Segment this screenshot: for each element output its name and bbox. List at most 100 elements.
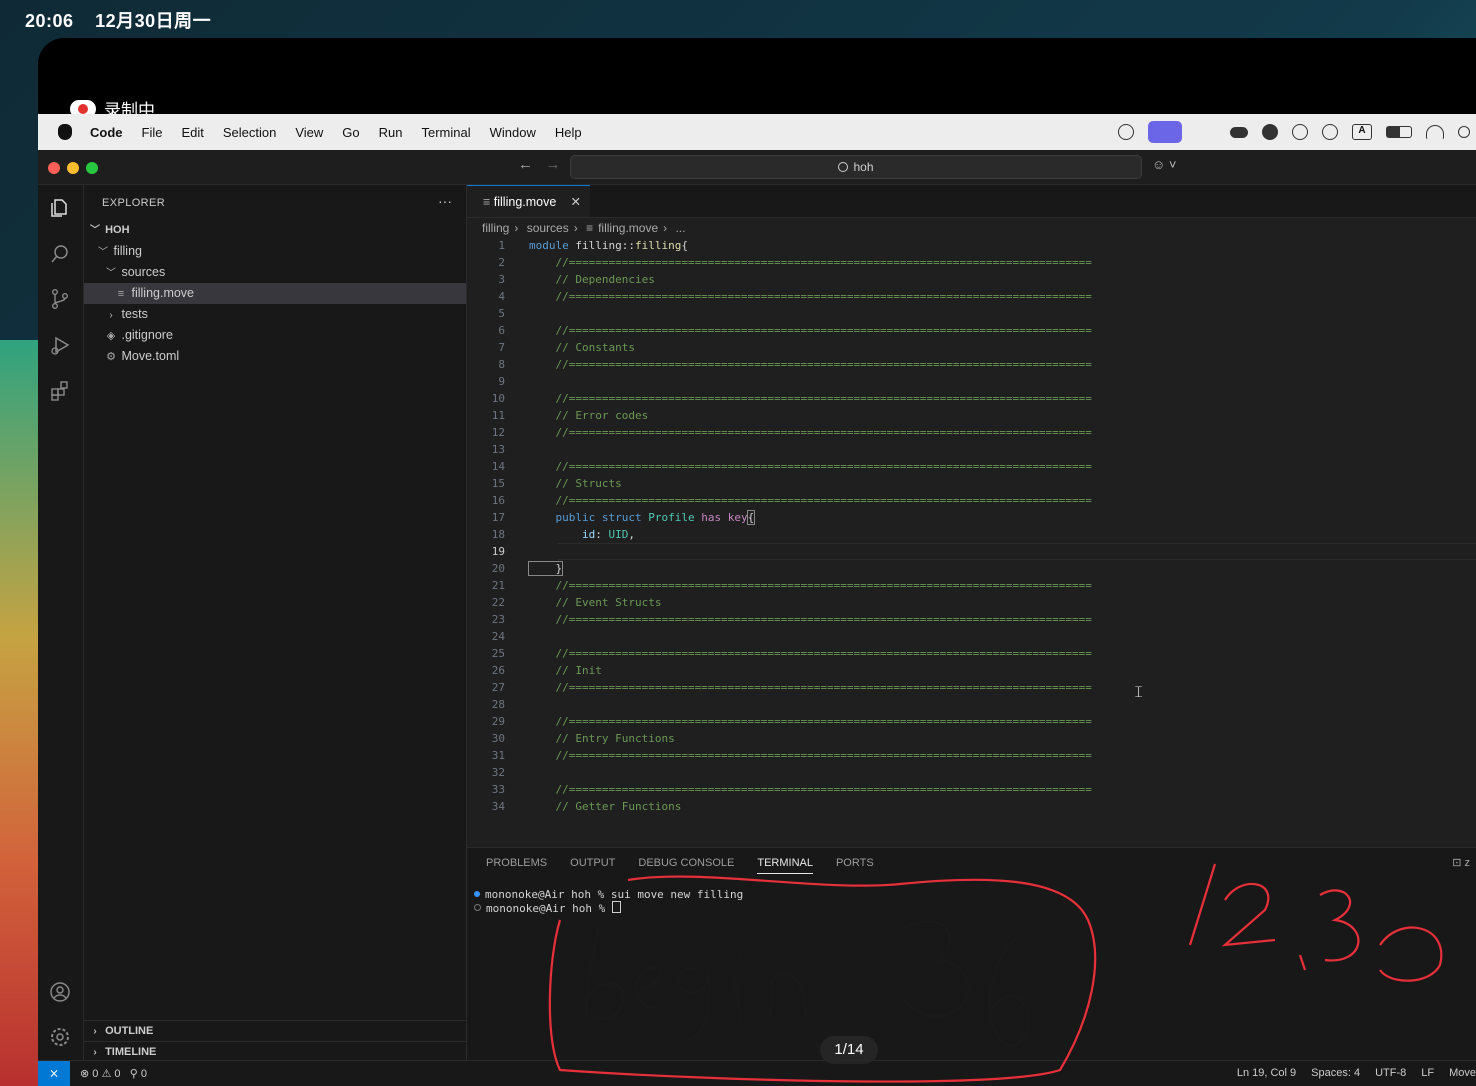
tab-output[interactable]: OUTPUT — [570, 857, 615, 874]
search-icon[interactable] — [49, 243, 71, 265]
tab-debug-console[interactable]: DEBUG CONSOLE — [638, 857, 734, 874]
remote-indicator-icon[interactable]: ⨯ — [38, 1061, 70, 1086]
code-line[interactable]: 10 //===================================… — [467, 390, 1476, 407]
menu-run[interactable]: Run — [379, 125, 403, 140]
airdrop-icon[interactable] — [1292, 124, 1308, 140]
indentation[interactable]: Spaces: 4 — [1311, 1067, 1360, 1079]
wifi-icon[interactable] — [1426, 125, 1444, 139]
code-line[interactable]: 5 — [467, 305, 1476, 322]
breadcrumb-item[interactable]: sources — [527, 221, 569, 235]
code-line[interactable]: 28 — [467, 696, 1476, 713]
code-line[interactable]: 34 // Getter Functions — [467, 798, 1476, 815]
code-line[interactable]: 12 //===================================… — [467, 424, 1476, 441]
menu-terminal[interactable]: Terminal — [422, 125, 471, 140]
code-line[interactable]: 20 } — [467, 560, 1476, 577]
tab-terminal[interactable]: TERMINAL — [757, 857, 813, 874]
code-line[interactable]: 30 // Entry Functions — [467, 730, 1476, 747]
code-line[interactable]: 9 — [467, 373, 1476, 390]
code-line[interactable]: 11 // Error codes — [467, 407, 1476, 424]
search-icon[interactable] — [1458, 126, 1470, 138]
language-mode[interactable]: Move — [1449, 1067, 1476, 1079]
menu-help[interactable]: Help — [555, 125, 582, 140]
code-line[interactable]: 29 //===================================… — [467, 713, 1476, 730]
menu-app-name[interactable]: Code — [90, 125, 123, 140]
extensions-icon[interactable] — [49, 380, 71, 402]
code-line[interactable]: 31 //===================================… — [467, 747, 1476, 764]
user-icon[interactable] — [1322, 124, 1338, 140]
cursor-position[interactable]: Ln 19, Col 9 — [1237, 1067, 1296, 1079]
code-line[interactable]: 7 // Constants — [467, 339, 1476, 356]
breadcrumb-item[interactable]: filling.move — [598, 221, 658, 235]
code-line[interactable]: 25 //===================================… — [467, 645, 1476, 662]
menu-edit[interactable]: Edit — [181, 125, 203, 140]
code-line[interactable]: 2 //====================================… — [467, 254, 1476, 271]
code-line[interactable]: 13 — [467, 441, 1476, 458]
code-line[interactable]: 21 //===================================… — [467, 577, 1476, 594]
more-actions-icon[interactable]: ··· — [438, 193, 452, 209]
terminal-shell-icon[interactable]: ⊡ z — [1452, 856, 1470, 869]
close-window-button[interactable] — [48, 162, 60, 174]
tree-item-tests[interactable]: › tests — [84, 304, 466, 325]
end-of-line[interactable]: LF — [1421, 1067, 1434, 1079]
timeline-section[interactable]: › TIMELINE — [84, 1041, 466, 1062]
code-line[interactable]: 33 //===================================… — [467, 781, 1476, 798]
tree-item-filling-move[interactable]: ≡ filling.move — [84, 283, 466, 304]
code-line[interactable]: 32 — [467, 764, 1476, 781]
code-line[interactable]: 26 // Init — [467, 662, 1476, 679]
code-line[interactable]: 16 //===================================… — [467, 492, 1476, 509]
code-line[interactable]: 14 //===================================… — [467, 458, 1476, 475]
code-line[interactable]: 23 //===================================… — [467, 611, 1476, 628]
encoding[interactable]: UTF-8 — [1375, 1067, 1406, 1079]
zoom-window-button[interactable] — [86, 162, 98, 174]
menu-go[interactable]: Go — [342, 125, 359, 140]
accounts-icon[interactable] — [49, 981, 71, 1003]
code-line[interactable]: 6 //====================================… — [467, 322, 1476, 339]
code-line[interactable]: 8 //====================================… — [467, 356, 1476, 373]
code-line[interactable]: 27 //===================================… — [467, 679, 1476, 696]
wechat-icon[interactable] — [1262, 124, 1278, 140]
run-debug-icon[interactable] — [49, 334, 71, 356]
screen-share-icon[interactable] — [1148, 121, 1182, 143]
code-line[interactable]: 1 module filling::filling{ — [467, 237, 1476, 254]
cloud-icon[interactable] — [1230, 126, 1248, 138]
code-line[interactable]: 3 // Dependencies — [467, 271, 1476, 288]
menu-window[interactable]: Window — [490, 125, 536, 140]
battery-icon[interactable] — [1386, 126, 1412, 138]
menu-view[interactable]: View — [295, 125, 323, 140]
breadcrumb-item[interactable]: filling — [482, 221, 509, 235]
tab-problems[interactable]: PROBLEMS — [486, 857, 547, 874]
copilot-menu-icon[interactable]: ☺ ˅ — [1152, 157, 1176, 172]
tab-ports[interactable]: PORTS — [836, 857, 874, 874]
code-line[interactable]: 22 // Event Structs — [467, 594, 1476, 611]
breadcrumb-item[interactable]: ... — [675, 221, 685, 235]
tab-filling-move[interactable]: ≡ filling.move ✕ — [467, 185, 590, 217]
terminal-output[interactable]: mononoke@Air hoh % sui move new filling … — [474, 888, 743, 915]
code-line[interactable]: 17 public struct Profile has key{ — [467, 509, 1476, 526]
outline-section[interactable]: › OUTLINE — [84, 1020, 466, 1041]
copilot-icon[interactable] — [1118, 124, 1134, 140]
code-line[interactable]: 18 id: UID, — [467, 526, 1476, 543]
back-arrow-icon[interactable]: ← — [518, 156, 533, 173]
code-line[interactable]: 4 //====================================… — [467, 288, 1476, 305]
menu-selection[interactable]: Selection — [223, 125, 276, 140]
code-line[interactable]: 19 — [467, 543, 1476, 560]
command-center-search[interactable]: hoh — [570, 155, 1142, 179]
minimize-window-button[interactable] — [67, 162, 79, 174]
input-method-icon[interactable]: A — [1352, 124, 1372, 140]
tree-item-sources[interactable]: ﹀ sources — [84, 262, 466, 283]
close-icon[interactable]: ✕ — [571, 186, 581, 218]
code-line[interactable]: 15 // Structs — [467, 475, 1476, 492]
apple-icon[interactable] — [58, 124, 72, 140]
explorer-icon[interactable] — [49, 197, 71, 219]
code-line[interactable]: 24 — [467, 628, 1476, 645]
settings-gear-icon[interactable] — [49, 1026, 71, 1048]
source-control-icon[interactable] — [49, 288, 71, 310]
workspace-root[interactable]: ﹀ HOH — [84, 220, 466, 241]
forward-arrow-icon[interactable]: → — [546, 156, 561, 173]
line-number: 20 — [491, 562, 505, 575]
tree-item-move-toml[interactable]: ⚙ Move.toml — [84, 346, 466, 367]
tree-item-filling[interactable]: ﹀ filling — [84, 241, 466, 262]
menu-file[interactable]: File — [142, 125, 163, 140]
problems-summary[interactable]: ⊗ 0 ⚠ 0 ⚲ 0 — [80, 1067, 147, 1080]
tree-item-gitignore[interactable]: ◈ .gitignore — [84, 325, 466, 346]
